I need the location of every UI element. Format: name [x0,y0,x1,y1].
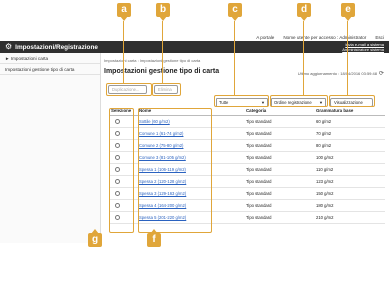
column-header-category: Categoria [245,107,315,116]
callout-b-highlight [152,83,181,96]
paper-type-category: Tipo standard [245,175,315,188]
paper-type-category: Tipo standard [245,187,315,200]
paper-type-category: Tipo standard [245,127,315,140]
paper-type-category: Tipo standard [245,151,315,164]
callout-d: d [297,3,311,21]
callout-c: c [228,3,242,21]
gear-icon: ⚙ [5,42,13,51]
paper-type-grammage: 110 g/m2 [315,163,385,176]
title-links: Invia e-mail a sistema Amministratore si… [342,42,384,52]
callout-d-highlight [270,95,328,107]
paper-type-category: Tipo standard [245,163,315,176]
sidebar: ► Impostazioni carta Impostazioni gestio… [0,53,101,243]
callout-b: b [156,3,170,21]
callout-b-line [162,21,164,83]
callout-a-line [123,21,125,83]
paper-type-category: Tipo standard [245,211,315,224]
callout-f: f [147,229,161,247]
callout-f-highlight [138,108,212,233]
callout-g-highlight [109,108,134,233]
paper-type-grammage: 60 g/m2 [315,115,385,128]
paper-type-category: Tipo standard [245,199,315,212]
callout-g: g [88,229,102,247]
paper-type-category: Tipo standard [245,139,315,152]
login-user-label: Nome utente per accesso : Administrator [283,34,367,40]
paper-type-grammage: 180 g/m2 [315,199,385,212]
system-admin-link[interactable]: Amministratore sistema [342,47,384,52]
callout-d-line [303,21,305,95]
column-header-grammage: Grammatura base [315,107,385,116]
refresh-icon[interactable]: ⟳ [379,70,384,77]
sidebar-item-paper-type-management[interactable]: Impostazioni gestione tipo di carta [0,64,100,75]
logout-link[interactable]: Esci [375,35,384,40]
last-updated-text: Ultimo aggiornamento : 18/04/2016 03:59:… [297,71,377,76]
callout-a: a [117,3,131,21]
callout-e: e [341,3,355,21]
paper-type-grammage: 100 g/m2 [315,151,385,164]
paper-type-grammage: 70 g/m2 [315,127,385,140]
paper-type-category: Tipo standard [245,115,315,128]
paper-type-grammage: 150 g/m2 [315,187,385,200]
callout-e-line [347,21,349,95]
callout-c-line [234,21,236,95]
last-updated: Ultimo aggiornamento : 18/04/2016 03:59:… [298,70,384,77]
app-title: Impostazioni/Registrazione [15,43,98,51]
sidebar-item-paper-settings[interactable]: ► Impostazioni carta [0,53,100,64]
portal-link[interactable]: A portale [256,35,274,40]
breadcrumb: Impostazioni carta : Impostazioni gestio… [104,58,201,63]
paper-type-grammage: 210 g/m2 [315,211,385,224]
title-bar: ⚙ Impostazioni/Registrazione Invia e-mai… [0,41,389,53]
callout-e-highlight [329,95,375,107]
paper-type-grammage: 123 g/m2 [315,175,385,188]
paper-type-grammage: 80 g/m2 [315,139,385,152]
callout-a-highlight [106,83,152,96]
callout-c-highlight [214,95,269,107]
